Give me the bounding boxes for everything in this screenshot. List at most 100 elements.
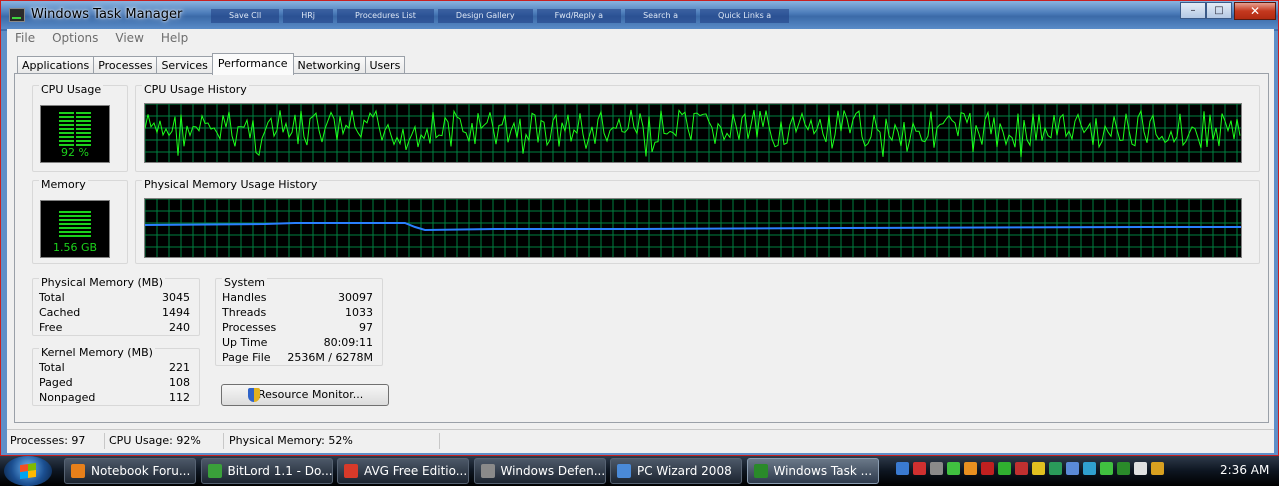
avg-icon (344, 464, 358, 478)
kernel-memory-label: Kernel Memory (MB) (39, 346, 155, 359)
status-processes: Processes: 97 (7, 433, 105, 449)
memory-value: 1.56 GB (52, 241, 98, 254)
system-group: System Handles 30097 Threads 1033 Processes 9… (215, 276, 383, 366)
stat-value: 80:09:11 (323, 336, 373, 349)
tray-icon[interactable] (913, 462, 926, 475)
stat-key: Threads (222, 306, 267, 319)
taskbar-item[interactable]: BitLord 1.1 - Do... (200, 458, 333, 484)
system-row: Threads 1033 (216, 306, 382, 321)
tray-icon[interactable] (1049, 462, 1062, 475)
bitlord-icon (207, 464, 222, 478)
stat-value: 221 (169, 361, 190, 374)
tray-icon[interactable] (896, 462, 909, 475)
start-button[interactable] (4, 456, 52, 486)
background-tab: Fwd/Reply a (536, 9, 622, 23)
cpu-usage-meter: 92 % (40, 105, 110, 163)
usage-trace (145, 222, 1241, 232)
tab-performance[interactable]: Performance (211, 53, 294, 75)
taskbar-item[interactable]: Windows Defen... (473, 458, 606, 484)
tray-icon[interactable] (1083, 462, 1096, 475)
pcwizard-icon (617, 464, 631, 478)
kernel-memory-row: Nonpaged 112 (33, 391, 199, 406)
kernel-memory-row: Paged 108 (33, 376, 199, 391)
tray-icon[interactable] (947, 462, 960, 475)
firefox-icon (71, 464, 85, 478)
taskbar-item[interactable]: AVG Free Editio... (337, 458, 469, 484)
stat-value: 1033 (345, 306, 373, 319)
stat-key: Paged (39, 376, 73, 389)
stat-key: Total (39, 361, 65, 374)
menu-help[interactable]: Help (153, 29, 197, 49)
physical-memory-row: Free 240 (33, 321, 199, 336)
background-tab: Search a (625, 9, 697, 23)
memory-history-graph (144, 198, 1242, 258)
memory-meter-bars (59, 211, 91, 237)
stat-value: 2536M / 6278M (287, 351, 373, 364)
taskbar-item[interactable]: Windows Task ... (746, 458, 879, 484)
background-tab: Save Cll (211, 9, 280, 23)
stat-key: Total (39, 291, 65, 304)
background-tab: Quick Links a (700, 9, 790, 23)
memory-meter: 1.56 GB (40, 200, 110, 258)
background-tab: HRj (283, 9, 334, 23)
windows-logo-icon (20, 462, 36, 480)
stat-key: Handles (222, 291, 267, 304)
stat-key: Cached (39, 306, 81, 319)
defender-icon (480, 464, 495, 478)
stat-value: 97 (359, 321, 373, 334)
close-button[interactable]: ✕ (1234, 2, 1276, 20)
memory-history-group: Physical Memory Usage History (135, 178, 1260, 264)
tray-icon[interactable] (964, 462, 977, 475)
taskbar-item-label: AVG Free Editio... (364, 464, 468, 478)
title-bar[interactable]: Windows Task Manager Save Cll HRj Procedur… (1, 1, 1278, 29)
cpu-history-graph (144, 103, 1242, 163)
tray-icon[interactable] (981, 462, 994, 475)
taskbar-item[interactable]: Notebook Foru... (64, 458, 196, 484)
taskbar-item-label: PC Wizard 2008 (637, 464, 732, 478)
tray-icon[interactable] (1134, 462, 1147, 475)
taskbar-item[interactable]: PC Wizard 2008 (610, 458, 742, 484)
cpu-history-label: CPU Usage History (142, 83, 249, 96)
tray-icon[interactable] (1117, 462, 1130, 475)
stat-key: Nonpaged (39, 391, 96, 404)
taskmanager-icon (753, 464, 768, 478)
cpu-history-group: CPU Usage History (135, 83, 1260, 172)
stat-key: Free (39, 321, 63, 334)
tray-icon[interactable] (998, 462, 1011, 475)
stat-value: 108 (169, 376, 190, 389)
memGraph-svg (145, 199, 1241, 257)
grid-lines (145, 104, 1241, 162)
stat-value: 112 (169, 391, 190, 404)
tray-icon[interactable] (1151, 462, 1164, 475)
menu-bar: File Options View Help (7, 29, 1274, 49)
usage-trace (145, 109, 1241, 158)
tab-strip: Applications Processes Services Performance… (17, 53, 406, 75)
cpu-meter-bars (59, 112, 91, 146)
tray-icon[interactable] (1066, 462, 1079, 475)
menu-options[interactable]: Options (44, 29, 107, 49)
clock[interactable]: 2:36 AM (1220, 463, 1269, 477)
system-row: Processes 97 (216, 321, 382, 336)
taskbar-item-label: Windows Defen... (500, 464, 606, 478)
memory-group: Memory 1.56 GB (32, 178, 128, 264)
taskbar: Notebook Foru... BitLord 1.1 - Do... AVG F… (0, 456, 1279, 486)
window-title: Windows Task Manager (31, 7, 183, 22)
menu-file[interactable]: File (7, 29, 44, 49)
minimize-button[interactable]: – (1180, 2, 1206, 19)
resource-monitor-button[interactable]: Resource Monitor... (221, 384, 389, 406)
system-row: Page File 2536M / 6278M (216, 351, 382, 366)
kernel-memory-row: Total 221 (33, 361, 199, 376)
tray-icon[interactable] (1015, 462, 1028, 475)
stat-value: 240 (169, 321, 190, 334)
shield-icon (248, 388, 260, 402)
tray-icon[interactable] (1032, 462, 1045, 475)
resource-monitor-label: Resource Monitor... (258, 388, 364, 401)
cpuGraph-svg (145, 104, 1241, 162)
physical-memory-row: Total 3045 (33, 291, 199, 306)
tray-icon[interactable] (930, 462, 943, 475)
stat-value: 3045 (162, 291, 190, 304)
tray-icon[interactable] (1100, 462, 1113, 475)
menu-view[interactable]: View (107, 29, 152, 49)
maximize-button[interactable]: □ (1206, 2, 1232, 19)
system-row: Handles 30097 (216, 291, 382, 306)
